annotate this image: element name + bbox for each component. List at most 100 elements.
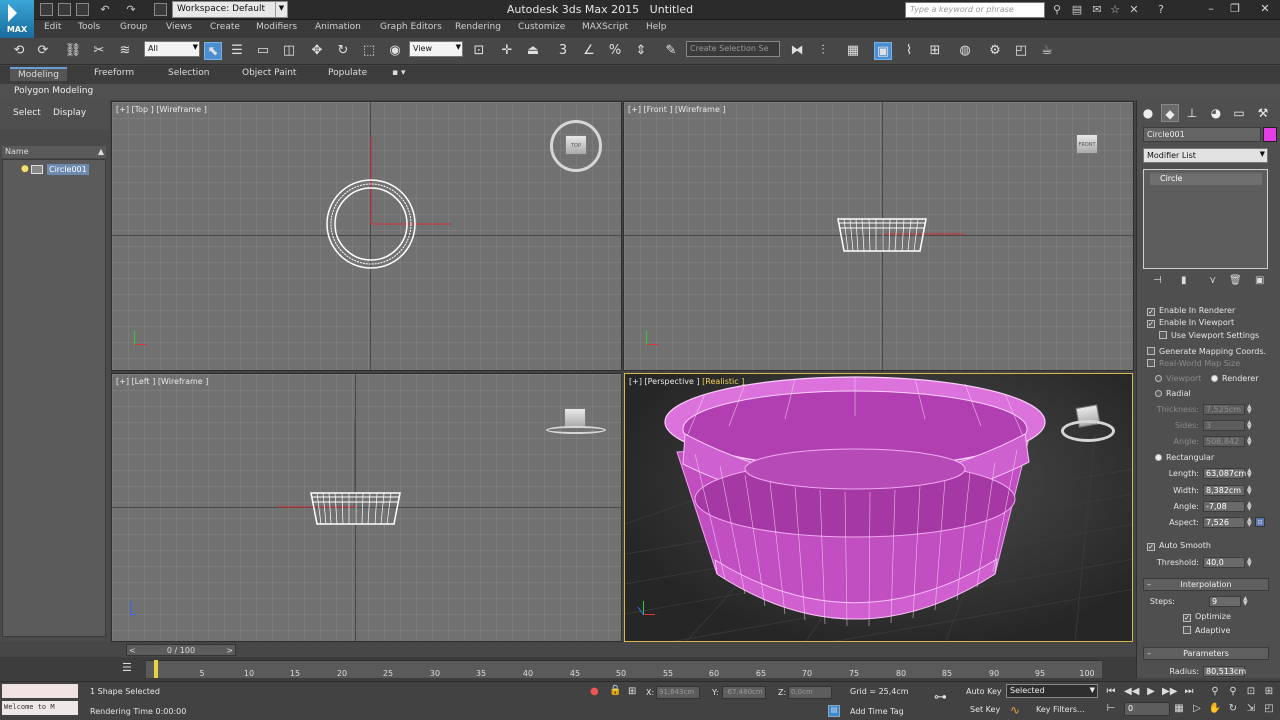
keyword-search-input[interactable]: Type a keyword or phrase — [905, 2, 1045, 18]
render-setup-icon[interactable]: ⚙ — [986, 42, 1004, 60]
viewcube-front[interactable]: FRONT — [1076, 134, 1098, 154]
rendered-frame-icon[interactable]: ◰ — [1012, 42, 1030, 60]
snaps-toggle-icon[interactable]: 3 — [554, 42, 572, 60]
render-teapot-icon[interactable]: ☕ — [1038, 42, 1056, 60]
window-crossing-icon[interactable]: ◫ — [280, 42, 298, 60]
layer-manager-icon[interactable]: ▦ — [844, 42, 862, 60]
spinner-arrows-icon[interactable]: ▲ ▼ — [1247, 420, 1253, 431]
maxscript-listener-input[interactable] — [2, 684, 78, 698]
create-tab-sun-icon[interactable]: ● — [1139, 104, 1157, 122]
lock-aspect-icon[interactable]: ⊡ — [1255, 517, 1265, 527]
checkbox-icon[interactable]: ✓ — [1147, 308, 1155, 316]
close-search-icon[interactable]: ✕ — [1127, 3, 1141, 17]
optimize-row[interactable]: ✓ Optimize — [1183, 612, 1231, 622]
menu-graph-editors[interactable]: Graph Editors — [380, 22, 442, 32]
explorer-tab-select[interactable]: Select — [13, 108, 41, 118]
isolate-selection-icon[interactable]: ● — [590, 686, 599, 697]
radio-icon[interactable] — [1155, 390, 1162, 397]
selection-lock-icon[interactable]: 🔒 — [609, 685, 621, 696]
object-name-field[interactable]: Circle001 — [1143, 127, 1261, 142]
checkbox-icon[interactable] — [1147, 359, 1155, 367]
radio-icon[interactable] — [1211, 375, 1218, 382]
viewcube-left[interactable] — [564, 408, 586, 428]
modifier-list-dropdown[interactable]: Modifier List ▼ — [1143, 148, 1268, 163]
radio-icon[interactable] — [1155, 375, 1162, 382]
spinner-arrows-icon[interactable]: ▲ ▼ — [1247, 501, 1253, 512]
viewport-left[interactable]: [+] [Left ] [Wireframe ] — [111, 373, 622, 642]
configure-sets-icon[interactable]: ▣ — [1255, 275, 1264, 286]
threshold-spinner[interactable]: 40,0 — [1203, 557, 1245, 568]
renderer-radio-row[interactable]: Renderer — [1211, 374, 1259, 383]
undo-icon[interactable]: ⟲ — [10, 42, 28, 60]
slider-prev-icon[interactable]: < — [129, 645, 136, 656]
radio-icon[interactable] — [1155, 454, 1162, 461]
key-curve-icon[interactable]: ∿ — [1010, 703, 1020, 717]
lightbulb-icon[interactable]: ● — [21, 164, 29, 174]
viewport-view-label[interactable]: [+] [Perspective ] — [629, 377, 700, 386]
remove-modifier-icon[interactable]: 🗑 — [1229, 275, 1242, 286]
radial-radio-row[interactable]: Radial — [1155, 389, 1191, 398]
viewcube-ring[interactable] — [546, 426, 606, 434]
play-icon[interactable]: ▶ — [1144, 685, 1158, 699]
viewcube-ring[interactable] — [1061, 420, 1115, 442]
binoculars-icon[interactable]: ⚲ — [1050, 3, 1064, 17]
interpolation-rollout-header[interactable]: – Interpolation — [1143, 578, 1269, 591]
ribbon-panel-label[interactable]: Polygon Modeling — [14, 86, 93, 96]
menu-help[interactable]: Help — [646, 22, 667, 32]
unlink-icon[interactable]: ✂ — [90, 42, 108, 60]
reference-coordinate-dropdown[interactable]: View ▼ — [409, 41, 463, 57]
enable-renderer-row[interactable]: ✓ Enable In Renderer — [1147, 306, 1235, 316]
width-spinner[interactable]: 8,382cm — [1203, 485, 1245, 496]
checkbox-icon[interactable] — [1147, 347, 1155, 355]
add-time-tag-button[interactable]: Add Time Tag — [850, 707, 904, 716]
length-spinner[interactable]: 63,087cm — [1203, 468, 1246, 479]
rectangular-selection-icon[interactable]: ▭ — [254, 42, 272, 60]
bind-space-warp-icon[interactable]: ≋ — [116, 42, 134, 60]
time-tag-icon[interactable]: ▤ — [828, 705, 840, 717]
save-file-icon[interactable] — [76, 3, 89, 16]
x-coordinate-field[interactable]: 91,643cm — [656, 686, 700, 699]
material-editor-icon[interactable]: ◍ — [956, 42, 974, 60]
minimize-button[interactable]: – — [1198, 0, 1224, 18]
auto-smooth-row[interactable]: ✓ Auto Smooth — [1147, 541, 1211, 551]
zoom-extents-icon[interactable]: ⊡ — [1244, 685, 1258, 699]
explorer-column-header[interactable]: Name ▲ — [2, 146, 106, 158]
auto-key-button[interactable]: Auto Key — [966, 687, 1002, 696]
maximize-button[interactable]: ❐ — [1222, 0, 1248, 18]
spinner-arrows-icon[interactable]: ▲ ▼ — [1247, 404, 1253, 415]
thickness-spinner[interactable]: 7,525cm — [1203, 404, 1245, 415]
align-icon[interactable]: ⫶ — [814, 42, 832, 60]
checkbox-icon[interactable] — [1183, 626, 1191, 634]
spinner-snap-icon[interactable]: ⇕ — [632, 42, 650, 60]
motion-tab-icon[interactable]: ◕ — [1207, 104, 1225, 122]
ribbon-options-icon[interactable]: ▪ ▾ — [392, 68, 405, 78]
close-window-button[interactable]: ✕ — [1252, 0, 1278, 18]
viewport-front[interactable]: [+] [Front ] [Wireframe ] FRONT — [623, 101, 1134, 371]
ribbon-tab-modeling[interactable]: Modeling — [10, 67, 67, 81]
previous-frame-icon[interactable]: ◀◀ — [1124, 685, 1139, 699]
z-coordinate-field[interactable]: 0,0cm — [788, 686, 832, 699]
menu-animation[interactable]: Animation — [315, 22, 361, 32]
y-coordinate-field[interactable]: -67,480cm — [722, 686, 766, 699]
graphite-toggle-icon[interactable]: ▣ — [874, 42, 892, 60]
go-to-start-icon[interactable]: ⏮ — [1104, 685, 1118, 699]
walk-through-icon[interactable]: ⇲ — [1244, 702, 1258, 716]
key-filters-button[interactable]: Key Filters... — [1036, 705, 1085, 714]
angle-snap-icon[interactable]: ∠ — [580, 42, 598, 60]
percent-snap-icon[interactable]: % — [606, 42, 624, 60]
undo-icon[interactable]: ↶ — [98, 3, 112, 17]
workspace-dropdown[interactable]: Workspace: Default ▼ — [172, 1, 288, 18]
rect-angle-spinner[interactable]: -7,08 — [1203, 501, 1245, 512]
track-ruler[interactable]: 5 10 15 20 25 30 35 40 45 50 55 60 65 70… — [146, 660, 1102, 678]
stack-item-circle[interactable]: Circle — [1150, 173, 1262, 185]
time-cursor[interactable] — [154, 660, 158, 678]
modify-tab-icon[interactable]: ◆ — [1161, 104, 1179, 122]
real-world-map-row[interactable]: Real-World Map Size — [1147, 359, 1240, 368]
menu-rendering[interactable]: Rendering — [455, 22, 501, 32]
keyboard-shortcut-icon[interactable]: ⏏ — [524, 42, 542, 60]
favorites-star-icon[interactable]: ☆ — [1108, 3, 1122, 17]
radius-spinner[interactable]: 80,513cm — [1203, 666, 1246, 677]
menu-create[interactable]: Create — [210, 22, 240, 32]
menu-modifiers[interactable]: Modifiers — [256, 22, 297, 32]
generate-mapping-row[interactable]: Generate Mapping Coords. — [1147, 347, 1266, 356]
